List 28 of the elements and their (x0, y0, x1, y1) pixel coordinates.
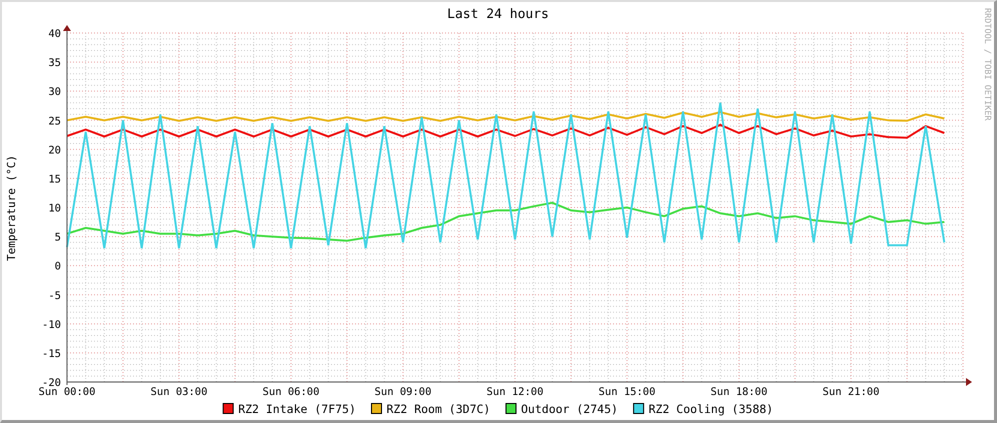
axis-tick-label: 0 (54, 260, 61, 273)
credit-text: RRDTOOL / TOBI OETIKER (982, 8, 992, 121)
axis-tick-label: 30 (48, 86, 61, 98)
axis-tick-label: Sun 09:00 (374, 386, 432, 398)
axis-tick-label: -15 (42, 348, 61, 360)
legend-label: Outdoor (2745) (521, 402, 618, 416)
axis-tick-label: -5 (48, 290, 61, 302)
legend-label: RZ2 Intake (7F75) (238, 402, 356, 416)
axis-tick-label: Sun 12:00 (486, 386, 544, 398)
legend-label: RZ2 Room (3D7C) (386, 402, 490, 416)
axis-tick-label: 25 (48, 115, 61, 128)
legend-label: RZ2 Cooling (3588) (648, 402, 774, 416)
axis-tick-label: Sun 21:00 (822, 386, 880, 398)
axis-tick-label: 40 (48, 28, 61, 40)
chart-title: Last 24 hours (447, 7, 549, 22)
axis-tick-label: 10 (48, 202, 61, 214)
axis-tick-label: Sun 06:00 (262, 386, 320, 398)
axis-tick-label: Sun 03:00 (150, 386, 208, 398)
axis-title: Temperature (°C) (5, 155, 18, 261)
axis-tick-label: Sun 15:00 (598, 386, 656, 398)
axis-tick-label: 15 (48, 173, 61, 186)
axis-tick-label: 5 (54, 232, 61, 244)
axis-tick-label: -20 (42, 377, 61, 389)
axis-tick-label: Sun 18:00 (710, 386, 768, 398)
axis-tick-label: 20 (48, 144, 61, 156)
axis-tick-label: Sun 00:00 (38, 386, 96, 398)
axis-tick-label: 35 (48, 57, 61, 70)
axis-tick-label: -10 (42, 318, 61, 331)
